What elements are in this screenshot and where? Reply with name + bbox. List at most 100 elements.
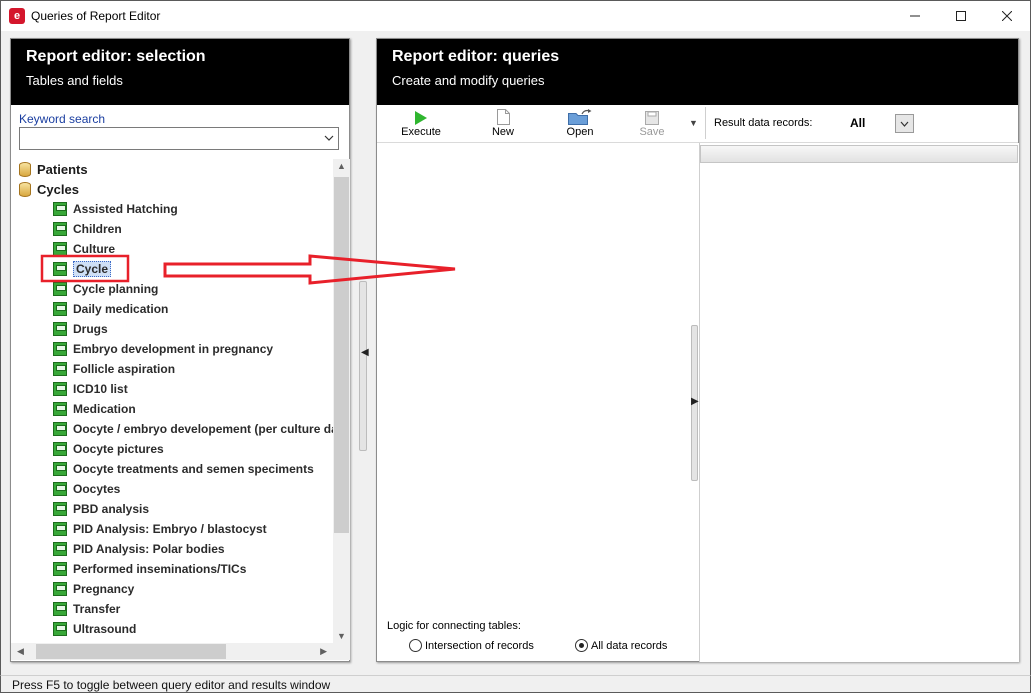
table-icon: [53, 602, 67, 616]
table-icon: [53, 382, 67, 396]
table-icon: [53, 362, 67, 376]
tree-item-label: Oocyte pictures: [73, 442, 164, 456]
tree-item-table[interactable]: Oocyte / embryo developement (per cultur…: [53, 419, 333, 439]
tree-item-table[interactable]: Children: [53, 219, 122, 239]
tree-item-table[interactable]: ICD10 list: [53, 379, 128, 399]
save-button[interactable]: Save: [622, 105, 682, 141]
radio-button[interactable]: [409, 639, 422, 652]
table-icon: [53, 302, 67, 316]
expand-right-icon[interactable]: ▶: [691, 396, 699, 407]
tree-item-cycles[interactable]: Cycles: [19, 179, 79, 199]
tree-item-label: Culture: [73, 242, 115, 256]
table-icon: [53, 442, 67, 456]
selection-panel-title: Report editor: selection: [26, 48, 206, 65]
table-icon: [53, 402, 67, 416]
tree-item-label: PID Analysis: Embryo / blastocyst: [73, 522, 267, 536]
selection-panel-subtitle: Tables and fields: [26, 73, 123, 88]
logic-option-label: All data records: [591, 639, 668, 652]
tree-item-table[interactable]: Ultrasound: [53, 619, 136, 639]
tree-item-table[interactable]: Assisted Hatching: [53, 199, 178, 219]
tree-item-table[interactable]: Drugs: [53, 319, 108, 339]
execute-button[interactable]: Execute: [391, 105, 451, 141]
window-content: Report editor: selection Tables and fiel…: [0, 31, 1031, 675]
tree-item-table[interactable]: Medication: [53, 399, 136, 419]
tree-vertical-scrollbar[interactable]: ▲ ▼: [333, 159, 350, 643]
tree-item-label: PBD analysis: [73, 502, 150, 516]
tree-item-table[interactable]: PBD analysis: [53, 499, 149, 519]
tree-item-table[interactable]: PID Analysis: Polar bodies: [53, 539, 225, 559]
tree-item-label: Daily medication: [73, 302, 169, 316]
tree-item-table[interactable]: Pregnancy: [53, 579, 134, 599]
tree-item-table[interactable]: Oocyte pictures: [53, 439, 164, 459]
new-label: New: [491, 126, 514, 138]
selection-panel-header: Report editor: selection Tables and fiel…: [11, 39, 349, 105]
tree-horizontal-scrollbar[interactable]: ◀ ▶: [11, 643, 333, 660]
tree-item-label: Cycle planning: [73, 282, 159, 296]
scrollbar-thumb[interactable]: [334, 177, 349, 533]
close-icon: [1002, 11, 1012, 21]
minimize-button[interactable]: [892, 1, 938, 31]
tree-item-table[interactable]: PID Analysis: Embryo / blastocyst: [53, 519, 267, 539]
tree-item-label: Pregnancy: [73, 582, 135, 596]
scroll-up-icon[interactable]: ▲: [337, 161, 346, 171]
queries-panel-title: Report editor: queries: [392, 48, 560, 65]
table-icon: [53, 262, 67, 276]
scroll-left-icon[interactable]: ◀: [17, 646, 24, 657]
scrollbar-thumb[interactable]: [36, 644, 226, 659]
tree-item-table[interactable]: Embryo development in pregnancy: [53, 339, 273, 359]
scrollbar-corner: [333, 643, 350, 660]
panel-splitter[interactable]: [359, 281, 367, 451]
table-icon: [53, 222, 67, 236]
toolbar-overflow-chevron-icon[interactable]: ▼: [689, 118, 698, 128]
queries-panel: Report editor: queries Create and modify…: [376, 38, 1019, 662]
result-records-dropdown[interactable]: [895, 114, 914, 133]
close-button[interactable]: [984, 1, 1030, 31]
results-grid: [699, 143, 1019, 662]
open-button[interactable]: Open: [550, 105, 610, 141]
tree-item-label: Cycles: [37, 181, 79, 197]
tree-item-table[interactable]: Cycle planning: [53, 279, 158, 299]
tree-item-table[interactable]: Daily medication: [53, 299, 168, 319]
tree-item-table[interactable]: Oocytes: [53, 479, 120, 499]
scroll-down-icon[interactable]: ▼: [337, 631, 346, 641]
radio-button-selected[interactable]: [575, 639, 588, 652]
selection-panel: Report editor: selection Tables and fiel…: [10, 38, 350, 662]
logic-option-all-records[interactable]: All data records: [575, 639, 667, 652]
status-bar: Press F5 to toggle between query editor …: [0, 675, 1031, 693]
queries-panel-header: Report editor: queries Create and modify…: [377, 39, 1018, 105]
tree-item-label: Medication: [73, 402, 136, 416]
tree-item-label: Embryo development in pregnancy: [73, 342, 274, 356]
play-icon: [415, 111, 427, 125]
open-folder-icon: [568, 109, 592, 125]
keyword-search-label: Keyword search: [19, 112, 106, 126]
maximize-button[interactable]: [938, 1, 984, 31]
window-titlebar: e Queries of Report Editor: [0, 0, 1031, 31]
tables-tree: Patients Cycles Assisted Hatching Childr…: [11, 159, 333, 643]
tree-item-label: ICD10 list: [73, 382, 128, 396]
tree-item-label: Oocyte / embryo developement (per cultur…: [73, 422, 333, 436]
tree-item-table[interactable]: Culture: [53, 239, 115, 259]
tree-item-label: Transfer: [73, 602, 121, 616]
tree-item-table[interactable]: Transfer: [53, 599, 120, 619]
result-records-value[interactable]: All: [850, 116, 865, 130]
save-label: Save: [639, 126, 665, 138]
tree-item-label: Patients: [37, 161, 88, 177]
tree-item-label: Drugs: [73, 322, 108, 336]
logic-option-intersection[interactable]: Intersection of records: [409, 639, 534, 652]
tree-item-table[interactable]: Performed inseminations/TICs: [53, 559, 246, 579]
table-icon: [53, 622, 67, 636]
table-icon: [53, 422, 67, 436]
tree-item-table[interactable]: Follicle aspiration: [53, 359, 175, 379]
collapse-left-icon[interactable]: ◀: [361, 347, 369, 358]
keyword-search-input[interactable]: [19, 127, 339, 150]
chevron-down-icon[interactable]: [324, 131, 334, 145]
tree-item-patients[interactable]: Patients: [19, 159, 88, 179]
tree-item-table-selected[interactable]: Cycle: [53, 259, 112, 279]
table-icon: [53, 342, 67, 356]
tree-item-table[interactable]: Oocyte treatments and semen speciments: [53, 459, 314, 479]
new-button[interactable]: New: [473, 105, 533, 141]
app-logo-icon: e: [9, 8, 25, 24]
tree-item-label: Follicle aspiration: [73, 362, 176, 376]
scroll-right-icon[interactable]: ▶: [320, 646, 327, 657]
tree-item-label: Oocytes: [73, 482, 121, 496]
